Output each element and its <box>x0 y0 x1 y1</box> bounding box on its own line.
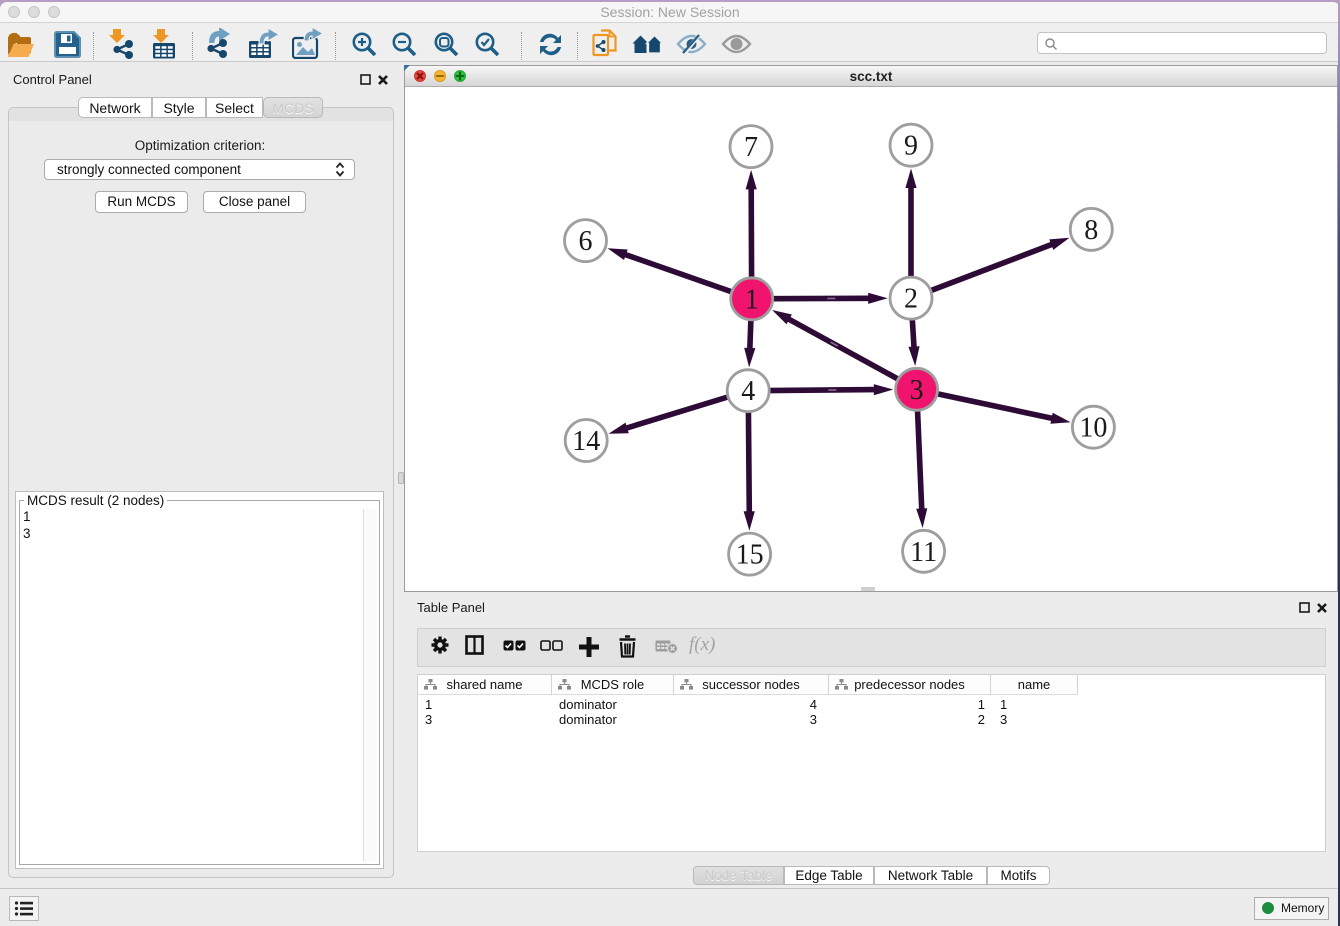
svg-text:1: 1 <box>745 284 759 315</box>
svg-text:3: 3 <box>910 375 924 406</box>
svg-text:9: 9 <box>904 131 918 162</box>
svg-text:11: 11 <box>910 537 937 568</box>
svg-text:7: 7 <box>744 132 758 163</box>
svg-text:8: 8 <box>1084 215 1098 246</box>
svg-text:14: 14 <box>572 426 600 457</box>
svg-text:15: 15 <box>736 540 764 571</box>
svg-text:10: 10 <box>1079 413 1107 444</box>
svg-text:4: 4 <box>741 376 755 407</box>
svg-text:6: 6 <box>579 226 593 257</box>
svg-text:2: 2 <box>904 284 918 315</box>
